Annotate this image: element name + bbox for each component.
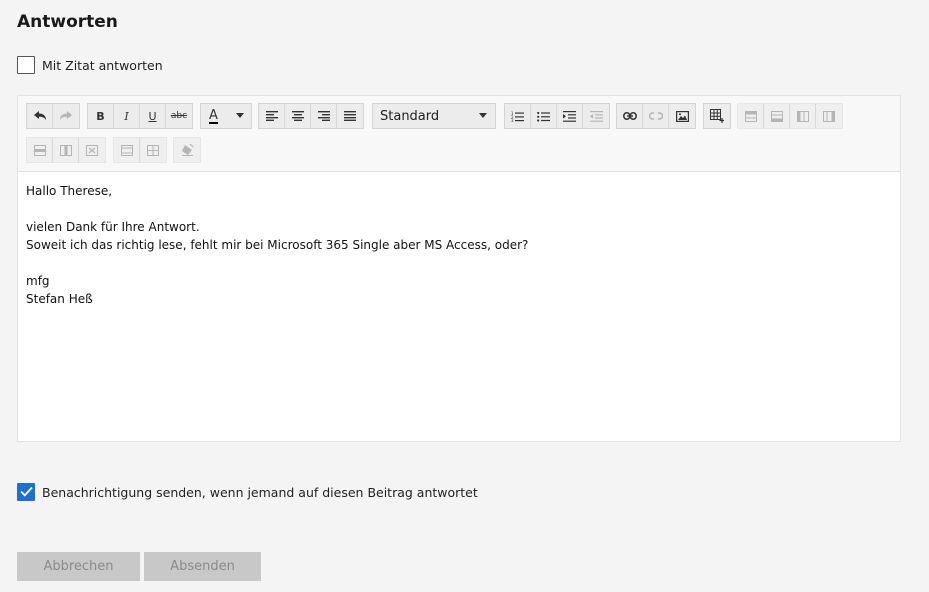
text-color-icon[interactable]: A (201, 104, 251, 128)
page-title: Antworten (17, 12, 118, 32)
bold-icon[interactable]: B (88, 104, 114, 128)
undo-icon[interactable] (27, 104, 53, 128)
editor-toolbar: B I U abc A Standard 1 2 3 (18, 96, 900, 172)
quote-checkbox-label[interactable]: Mit Zitat antworten (42, 58, 163, 73)
col-left-icon[interactable] (790, 104, 816, 128)
paragraph-style-select[interactable]: Standard (372, 103, 496, 129)
bullet-list-icon[interactable] (531, 104, 557, 128)
outdent-icon[interactable] (583, 104, 609, 128)
align-left-icon[interactable] (259, 104, 285, 128)
message-line (26, 200, 886, 218)
table-delete-group (26, 137, 106, 163)
message-line: Hallo Therese, (26, 184, 113, 198)
paragraph-style-value: Standard (380, 109, 440, 124)
message-line: Soweit ich das richtig lese, fehlt mir b… (26, 238, 529, 252)
underline-icon[interactable]: U (140, 104, 166, 128)
svg-text:3: 3 (511, 118, 514, 122)
redo-icon[interactable] (53, 104, 79, 128)
insert-group (616, 103, 696, 129)
clear-format-icon[interactable] (174, 138, 200, 162)
format-group: B I U abc (87, 103, 193, 129)
merge-cells-icon[interactable] (114, 138, 140, 162)
row-above-icon[interactable] (738, 104, 764, 128)
ordered-list-icon[interactable]: 123 (505, 104, 531, 128)
row-below-icon[interactable] (764, 104, 790, 128)
align-group (258, 103, 364, 129)
notify-checkbox[interactable] (17, 483, 35, 501)
delete-table-icon[interactable] (79, 138, 105, 162)
strikethrough-icon[interactable]: abc (166, 104, 192, 128)
col-right-icon[interactable] (816, 104, 842, 128)
align-right-icon[interactable] (311, 104, 337, 128)
cell-group (113, 137, 167, 163)
message-line: mfg (26, 274, 50, 288)
align-justify-icon[interactable] (337, 104, 363, 128)
delete-col-icon[interactable] (53, 138, 79, 162)
history-group (26, 103, 80, 129)
checkmark-icon (20, 486, 33, 497)
split-cells-icon[interactable] (140, 138, 166, 162)
message-line: vielen Dank für Ihre Antwort. (26, 220, 200, 234)
submit-button[interactable]: Absenden (144, 552, 261, 581)
clear-group (173, 137, 201, 163)
message-line: Stefan Heß (26, 292, 93, 306)
message-line (26, 254, 886, 272)
italic-icon[interactable]: I (114, 104, 140, 128)
cancel-button[interactable]: Abbrechen (17, 552, 140, 581)
list-group: 123 (504, 103, 610, 129)
text-color-letter: A (209, 107, 218, 124)
message-body[interactable]: Hallo Therese, vielen Dank für Ihre Antwo… (26, 182, 886, 308)
indent-icon[interactable] (557, 104, 583, 128)
message-editor[interactable]: B I U abc A Standard 1 2 3 Hallo Therese… (17, 95, 901, 442)
table-icon[interactable] (704, 104, 730, 128)
text-color-group: A (200, 103, 252, 129)
image-icon[interactable] (669, 104, 695, 128)
align-center-icon[interactable] (285, 104, 311, 128)
table-edit-group (737, 103, 843, 129)
quote-checkbox[interactable] (17, 56, 35, 74)
table-group (703, 103, 731, 129)
chevron-down-icon (479, 113, 487, 118)
notify-checkbox-label[interactable]: Benachrichtigung senden, wenn jemand auf… (42, 485, 478, 500)
link-icon[interactable] (617, 104, 643, 128)
delete-row-icon[interactable] (27, 138, 53, 162)
unlink-icon[interactable] (643, 104, 669, 128)
chevron-down-icon (236, 113, 244, 118)
